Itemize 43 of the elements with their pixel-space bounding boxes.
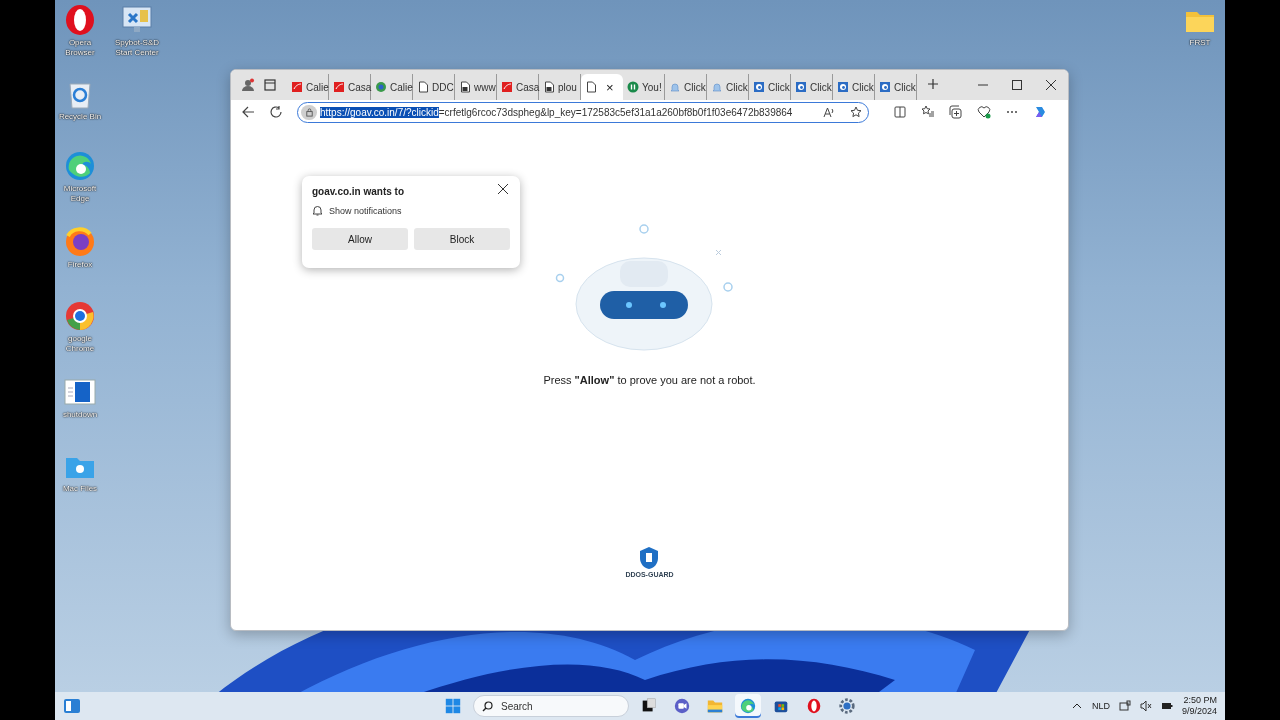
logo-icon [291,81,303,93]
browser-tab[interactable]: × [581,74,623,100]
logo-icon [501,81,513,93]
block-button[interactable]: Block [414,228,510,250]
browser-logo-icon [879,81,891,93]
edge-icon[interactable] [735,694,761,718]
permission-label: Show notifications [329,205,402,216]
shutdown-icon[interactable] [64,376,96,408]
clock-time[interactable]: 2:50 PM [1183,694,1217,706]
logo-icon [333,81,345,93]
lock-page-icon [459,81,471,93]
edge-icon[interactable] [64,150,96,182]
globe-icon [375,81,387,93]
search-field[interactable]: Search [473,695,629,717]
search-icon [482,701,493,712]
opera-icon[interactable] [64,4,96,36]
browser-logo-icon [795,81,807,93]
battery-icon[interactable] [1160,700,1173,712]
lock-page-icon [543,81,555,93]
star-icon[interactable] [850,106,862,118]
popup-title: goav.co.in wants to [312,186,405,197]
bell-icon [669,81,681,93]
network-icon[interactable] [1118,700,1131,712]
clock-date[interactable]: 9/9/2024 [1181,706,1217,718]
widgets-icon[interactable] [63,697,81,715]
url-text[interactable]: https://goav.co.in/7/?clickid=crfetlg6rcoc73dspheg&lp_key=172583c5ef31a1a260bf8b0f1f03e6472b839864 [320,106,820,118]
robot-check-message: Press "Allow" to prove you are not a robot. [543,374,756,386]
allow-button[interactable]: Allow [312,228,408,250]
bell-icon [312,205,323,216]
firefox-icon[interactable] [64,226,96,258]
circle-logo-icon [627,81,639,93]
read-aloud-icon[interactable] [823,106,835,118]
volume-muted-icon[interactable] [1139,700,1152,712]
page-icon [417,81,429,93]
language-indicator[interactable]: NLD [1091,701,1110,711]
shield-icon [638,546,661,570]
browser-logo-icon [837,81,849,93]
close-icon[interactable] [496,182,510,196]
chrome-icon[interactable] [64,300,96,332]
browser-logo-icon [753,81,765,93]
bell-icon [711,81,723,93]
page-icon [585,81,597,93]
site-info-icon[interactable] [301,104,317,120]
